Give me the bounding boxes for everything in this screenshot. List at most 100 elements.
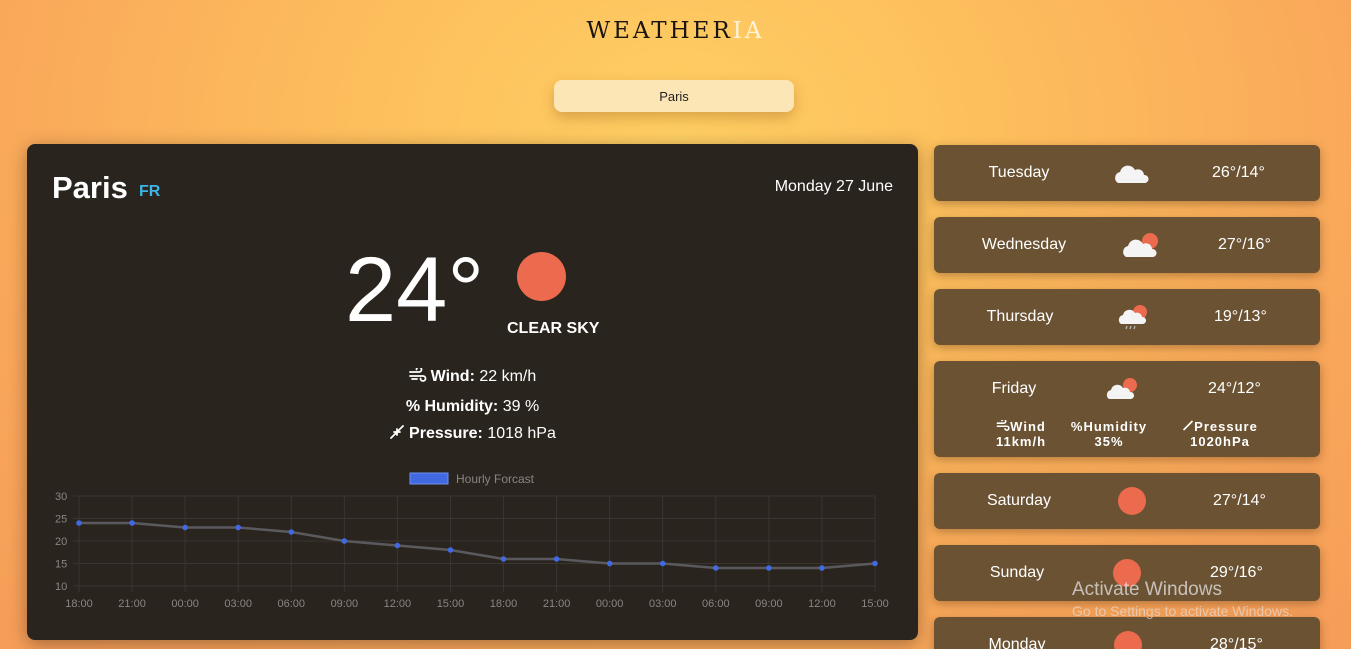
x-tick-label: 12:00 xyxy=(808,598,836,610)
current-weather-card: Paris FR Monday 27 June 24° CLEAR SKY Wi… xyxy=(27,144,918,640)
x-tick-label: 09:00 xyxy=(331,598,359,610)
forecast-card-friday[interactable]: Friday 24°/12° Wind 11km/h %Humidity 35%… xyxy=(934,361,1320,457)
data-point xyxy=(447,547,454,553)
forecast-card-monday[interactable]: Monday 28°/15° xyxy=(934,617,1320,649)
forecast-card-wednesday[interactable]: Wednesday 27°/16° xyxy=(934,217,1320,273)
data-point xyxy=(872,560,878,567)
country-code: FR xyxy=(139,183,161,200)
forecast-temp: 27°/16° xyxy=(1218,236,1271,253)
series-line xyxy=(79,521,876,570)
x-tick-label: 09:00 xyxy=(755,598,783,610)
forecast-temp: 27°/14° xyxy=(1213,492,1266,509)
activate-windows-subtitle: Go to Settings to activate Windows. xyxy=(1072,603,1293,619)
legend-swatch xyxy=(409,472,449,485)
friday-humidity-value: 35% xyxy=(1094,434,1124,449)
forecast-card-tuesday[interactable]: Tuesday 26°/14° xyxy=(934,145,1320,201)
pressure-value: 1018 hPa xyxy=(487,425,556,442)
wind-value: 22 km/h xyxy=(479,368,537,385)
forecast-day: Monday xyxy=(988,636,1046,649)
friday-humidity-label: %Humidity xyxy=(1070,419,1148,434)
data-point xyxy=(766,565,772,571)
data-point xyxy=(341,538,348,544)
humidity-value: 39 % xyxy=(502,398,540,415)
city-search-input[interactable] xyxy=(554,80,794,112)
hourly-forecast-chart: Hourly Forcast 30 25 20 15 10 18:00 21:00 00:0… xyxy=(55,472,889,610)
pressure-icon xyxy=(1182,419,1194,434)
data-point xyxy=(500,556,507,562)
forecast-temp: 24°/12° xyxy=(1208,380,1261,397)
x-tick-label: 18:00 xyxy=(490,598,518,610)
forecast-temp: 28°/15° xyxy=(1210,636,1263,649)
y-tick-label: 30 xyxy=(55,491,67,503)
forecast-temp: 26°/14° xyxy=(1212,164,1265,181)
app-logo: WEATHERIA xyxy=(0,18,1351,44)
legend-label: Hourly Forcast xyxy=(456,472,535,486)
cloud-sun-icon xyxy=(1106,378,1137,399)
forecast-temp: 19°/13° xyxy=(1214,308,1267,325)
friday-humidity: %Humidity 35% xyxy=(1064,419,1154,449)
pressure-icon xyxy=(389,425,409,441)
pressure-label: Pressure: xyxy=(409,425,483,442)
data-point xyxy=(394,542,401,549)
current-date: Monday 27 June xyxy=(774,178,893,195)
data-point xyxy=(76,520,82,526)
x-tick-label: 18:00 xyxy=(65,598,93,610)
friday-wind: Wind 11km/h xyxy=(986,418,1056,449)
logo-text-light: IA xyxy=(732,18,765,44)
x-tick-label: 00:00 xyxy=(596,598,624,610)
wind-label: Wind: xyxy=(430,368,475,385)
forecast-day: Tuesday xyxy=(988,164,1050,181)
logo-text-dark: WEATHER xyxy=(586,18,733,44)
sun-icon xyxy=(1118,487,1146,515)
cloud-sun-rain-icon xyxy=(1118,305,1147,330)
y-tick-label: 25 xyxy=(55,514,67,526)
data-point xyxy=(288,529,295,535)
data-point xyxy=(182,524,188,531)
cloud-sun-icon xyxy=(1123,233,1158,257)
current-temperature: 24° xyxy=(345,239,485,341)
forecast-day: Thursday xyxy=(986,308,1054,325)
data-point xyxy=(235,524,241,531)
x-tick-label: 15:00 xyxy=(437,598,465,610)
data-point xyxy=(553,556,560,562)
pressure-stat: Pressure: 1018 hPa xyxy=(27,425,918,443)
humidity-label: % Humidity: xyxy=(405,398,499,415)
activate-windows-title: Activate Windows xyxy=(1072,579,1222,600)
friday-pressure-label: Pressure xyxy=(1194,419,1258,434)
humidity-stat: % Humidity: 39 % xyxy=(27,398,918,416)
y-tick-label: 15 xyxy=(55,559,67,571)
wind-icon xyxy=(996,418,1010,434)
data-point xyxy=(606,560,613,567)
x-tick-label: 21:00 xyxy=(118,598,146,610)
weather-condition: CLEAR SKY xyxy=(507,320,600,337)
data-point xyxy=(659,560,666,567)
y-tick-label: 10 xyxy=(55,581,67,593)
sun-icon xyxy=(517,252,566,301)
forecast-day: Friday xyxy=(991,380,1037,397)
forecast-day: Wednesday xyxy=(981,236,1067,253)
y-tick-label: 20 xyxy=(55,536,67,548)
x-tick-label: 21:00 xyxy=(543,598,571,610)
data-point xyxy=(713,565,719,571)
forecast-card-thursday[interactable]: Thursday 19°/13° xyxy=(934,289,1320,345)
x-tick-label: 15:00 xyxy=(861,598,889,610)
cloud-icon xyxy=(1115,165,1149,183)
friday-pressure: Pressure 1020hPa xyxy=(1170,419,1270,449)
wind-stat: Wind: 22 km/h xyxy=(27,366,918,386)
forecast-day: Saturday xyxy=(986,492,1052,509)
x-tick-label: 00:00 xyxy=(171,598,199,610)
friday-wind-label: Wind xyxy=(1010,419,1046,434)
friday-wind-value: 11km/h xyxy=(995,434,1047,449)
forecast-card-saturday[interactable]: Saturday 27°/14° xyxy=(934,473,1320,529)
x-tick-label: 06:00 xyxy=(702,598,730,610)
friday-pressure-value: 1020hPa xyxy=(1190,434,1250,449)
city-name: Paris xyxy=(52,170,128,205)
x-tick-label: 03:00 xyxy=(649,598,677,610)
x-tick-label: 03:00 xyxy=(224,598,252,610)
x-tick-label: 12:00 xyxy=(384,598,412,610)
wind-icon xyxy=(408,366,431,384)
x-tick-label: 06:00 xyxy=(278,598,306,610)
sun-icon xyxy=(1114,631,1142,649)
data-point xyxy=(129,520,135,526)
data-point xyxy=(819,565,825,571)
